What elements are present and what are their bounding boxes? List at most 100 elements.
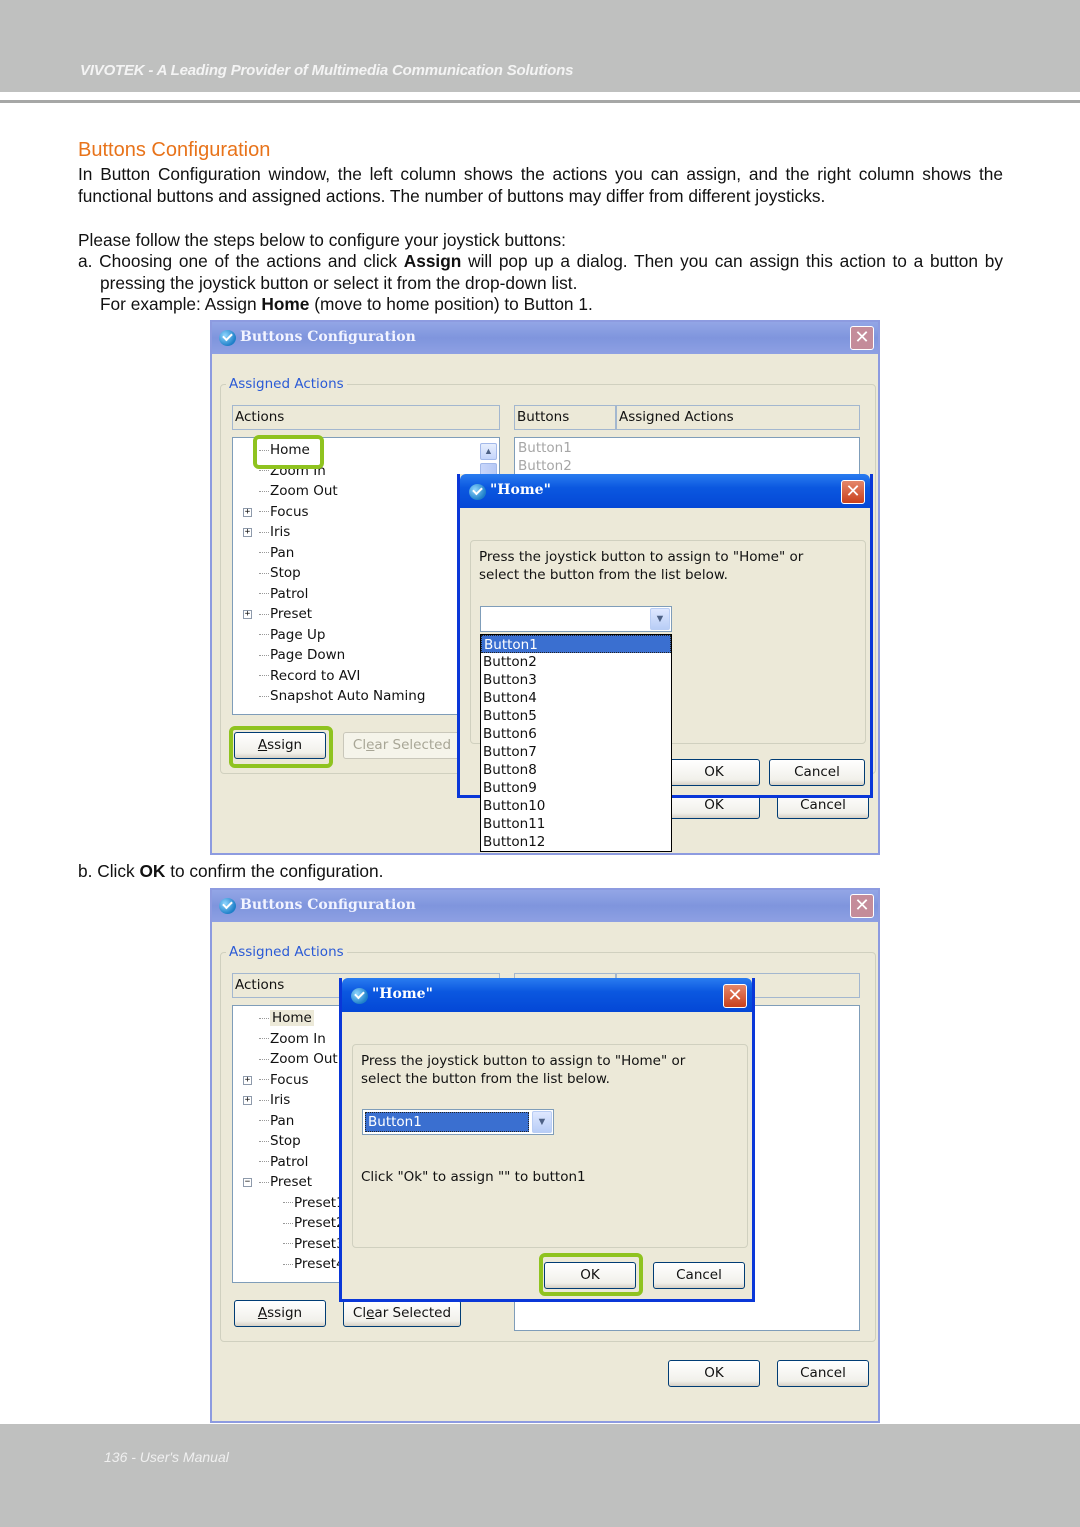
ok-button[interactable]: OK [668, 1360, 760, 1387]
tree-item[interactable]: Patrol [259, 1152, 308, 1172]
vivotek-logo-icon [351, 988, 368, 1004]
expand-icon[interactable]: + [243, 1075, 252, 1085]
tree-item-label: Page Down [270, 647, 346, 663]
tree-item[interactable]: Page Down [259, 645, 345, 665]
dropdown-option[interactable]: Button1 [481, 635, 671, 653]
dropdown-option[interactable]: Button8 [481, 761, 671, 779]
expand-icon[interactable]: + [243, 610, 252, 619]
dropdown-option[interactable]: Button11 [481, 815, 671, 833]
clear-selected-button[interactable]: Clear Selected [343, 732, 461, 759]
confirm-message: Click "Ok" to assign "" to button1 [361, 1169, 586, 1185]
chevron-down-icon[interactable]: ▼ [532, 1111, 552, 1133]
col-header-assigned-actions[interactable]: Assigned Actions [616, 405, 860, 430]
close-icon[interactable]: ✕ [841, 480, 865, 504]
chevron-down-icon[interactable]: ▼ [650, 608, 670, 630]
tree-item-label: Zoom In [270, 1030, 326, 1047]
tree-item[interactable]: Page Up [259, 625, 325, 645]
tree-item[interactable]: Stop [259, 563, 301, 583]
close-icon[interactable]: ✕ [723, 984, 747, 1008]
clear-pre: Cl [352, 1305, 367, 1321]
scroll-up-icon[interactable]: ▲ [480, 443, 497, 460]
tree-connector [283, 1243, 293, 1244]
clear-selected-button[interactable]: Clear Selected [343, 1300, 461, 1327]
dropdown-option[interactable]: Button6 [481, 725, 671, 743]
close-icon[interactable]: ✕ [850, 326, 874, 350]
tree-item[interactable]: Snapshot Auto Naming [259, 686, 425, 706]
expand-icon[interactable]: + [243, 507, 252, 517]
dialog-cancel-button[interactable]: Cancel [653, 1262, 745, 1289]
col-header-buttons[interactable]: Buttons [514, 405, 616, 430]
dropdown-option[interactable]: Button12 [481, 833, 671, 851]
dialog-cancel-button[interactable]: Cancel [769, 759, 865, 786]
tree-item[interactable]: Iris [259, 522, 290, 542]
tree-item[interactable]: Zoom Out [259, 1049, 338, 1069]
tree-item-label: Iris [270, 524, 291, 540]
tree-item-label: Preset3 [294, 1235, 345, 1252]
collapse-icon[interactable]: − [243, 1178, 252, 1187]
dropdown-option[interactable]: Button5 [481, 707, 671, 725]
step-a-text: a. Choosing one of the actions and click [78, 251, 404, 271]
tree-item[interactable]: Record to AVI [259, 666, 360, 686]
tree-item[interactable]: Preset4 [283, 1254, 345, 1274]
dialog-ok-button[interactable]: OK [668, 759, 760, 786]
button-select[interactable]: ▼ [480, 606, 672, 632]
tree-connector [259, 490, 269, 492]
step-b: b. Click OK to confirm the configuration… [78, 861, 1003, 883]
tree-connector [283, 1222, 293, 1224]
clear-post: ar Selected [374, 1305, 452, 1321]
close-icon[interactable]: ✕ [850, 894, 874, 918]
tree-item-label: Focus [270, 1071, 309, 1088]
dropdown-option[interactable]: Button2 [481, 653, 671, 671]
tree-connector [283, 1202, 293, 1203]
tree-item[interactable]: Focus [259, 502, 309, 522]
tree-item-label: Focus [270, 503, 309, 520]
tree-item-label: Patrol [270, 1153, 309, 1170]
tree-item[interactable]: Patrol [259, 584, 308, 604]
tree-connector [259, 1099, 269, 1101]
tree-item[interactable]: Focus [259, 1070, 309, 1090]
tree-item-label: Home [270, 1010, 314, 1026]
dropdown-option[interactable]: Button7 [481, 743, 671, 761]
tree-item-label: Stop [270, 1133, 301, 1149]
cancel-button[interactable]: Cancel [777, 1360, 869, 1387]
tree-item[interactable]: Preset1 [283, 1193, 345, 1213]
tree-item-label: Iris [270, 1092, 291, 1108]
vivotek-logo-icon [469, 484, 486, 500]
tree-item-label: Preset2 [294, 1215, 345, 1231]
expand-icon[interactable]: + [243, 528, 252, 537]
dropdown-option[interactable]: Button3 [481, 671, 671, 689]
buttons-list-item[interactable]: Button1 [518, 440, 572, 456]
col-header-actions[interactable]: Actions [232, 405, 500, 430]
button-dropdown-list[interactable]: Button1 Button2 Button3 Button4 Button5 Butto… [480, 634, 672, 852]
window-titlebar: Buttons Configuration ✕ [212, 322, 878, 354]
tree-item[interactable]: Zoom In [259, 1029, 326, 1049]
tree-item[interactable]: Preset3 [283, 1234, 345, 1254]
assign-button[interactable]: Assign [234, 1300, 326, 1327]
assign-rest: ssign [267, 1305, 303, 1321]
tree-item[interactable]: Stop [259, 1131, 301, 1151]
dialog-message-line1: Press the joystick button to assign to "… [479, 549, 804, 565]
tree-item[interactable]: Preset [259, 604, 312, 624]
tree-connector [259, 593, 269, 594]
tree-item[interactable]: Zoom Out [259, 481, 338, 501]
tree-item[interactable]: Home [259, 1008, 314, 1028]
tree-item[interactable]: Pan [259, 543, 294, 563]
dropdown-option[interactable]: Button4 [481, 689, 671, 707]
dropdown-option[interactable]: Button9 [481, 779, 671, 797]
buttons-list-item[interactable]: Button2 [518, 458, 572, 474]
tree-item[interactable]: Preset [259, 1172, 312, 1192]
dialog-message: Press the joystick button to assign to "… [361, 1052, 685, 1088]
button-select[interactable]: Button1 ▼ [362, 1109, 554, 1135]
dialog-title: "Home" [372, 986, 433, 1002]
step-b-text: b. Click [78, 861, 140, 881]
expand-icon[interactable]: + [243, 1096, 252, 1105]
header-tagline: VIVOTEK - A Leading Provider of Multimed… [80, 62, 574, 79]
page-footer [0, 1424, 1080, 1527]
tree-item[interactable]: Preset2 [283, 1213, 345, 1233]
dialog-message-line2: select the button from the list below. [361, 1071, 610, 1087]
tree-item[interactable]: Pan [259, 1111, 294, 1131]
dialog-title: "Home" [490, 482, 551, 498]
dropdown-option[interactable]: Button10 [481, 797, 671, 815]
tree-item[interactable]: Iris [259, 1090, 290, 1110]
group-label: Assigned Actions [226, 376, 347, 392]
